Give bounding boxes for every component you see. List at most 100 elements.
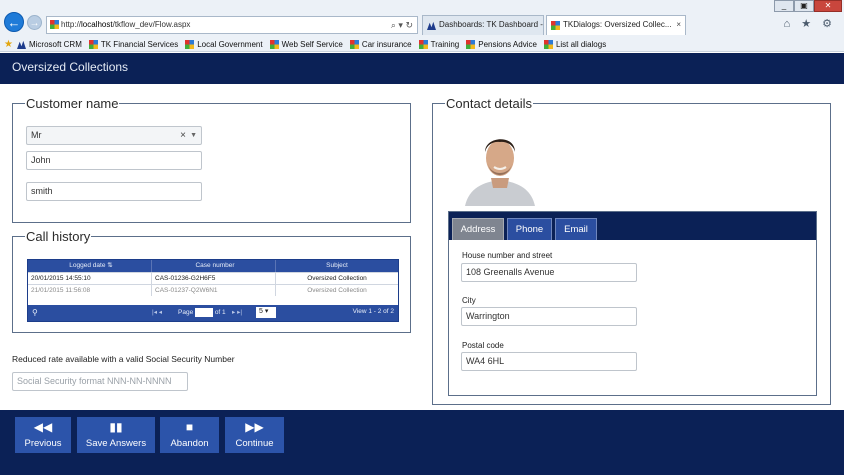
url-path: /tkflow_dev/Flow.aspx — [112, 20, 191, 29]
favorite-list-all-dialogs[interactable]: List all dialogs — [543, 39, 607, 49]
site-favicon-icon — [349, 39, 359, 49]
table-row[interactable]: 20/01/2015 14:55:10 CAS-01236-G2H6F5 Ove… — [28, 272, 398, 284]
cell-subject: Oversized Collection — [307, 287, 367, 294]
grid-header-row: Logged date ⇅ Case number Subject — [28, 260, 398, 272]
rows-per-page-select[interactable]: 5 ▾ — [256, 307, 276, 318]
url-host: localhost — [81, 20, 113, 29]
site-favicon-icon — [269, 39, 279, 49]
favorite-local-government[interactable]: Local Government — [185, 39, 263, 49]
grid-pager: ⚲ |◂ ◂ Page of 1 ▸ ▸| 5 ▾ View 1 - 2 of … — [28, 305, 398, 321]
tab-address[interactable]: Address — [452, 218, 504, 240]
pager-prev-controls[interactable]: |◂ ◂ — [152, 308, 162, 316]
action-footer: ◀◀ Previous ▮▮ Save Answers ■ Abandon ▶▶… — [0, 410, 844, 475]
page-number-input[interactable] — [195, 308, 213, 317]
browser-tab-tkdialogs[interactable]: TKDialogs: Oversized Collec... × — [546, 15, 686, 35]
title-select[interactable]: Mr × ▼ — [26, 126, 202, 145]
cell-subject: Oversized Collection — [307, 275, 367, 282]
favorites-star-icon[interactable]: ★ — [4, 39, 13, 50]
favorite-label: TK Financial Services — [100, 39, 179, 49]
browser-tab-label: Dashboards: TK Dashboard - ... — [439, 20, 544, 29]
previous-button-label: Previous — [24, 438, 62, 449]
cell-logged-date: 20/01/2015 14:55:10 — [28, 273, 152, 284]
url-prefix: http:// — [61, 20, 82, 29]
browser-tab-dashboards[interactable]: Dashboards: TK Dashboard - ... — [422, 15, 544, 35]
cell-case-number: CAS-01237-Q2W6N1 — [152, 285, 276, 296]
site-favicon-icon — [50, 20, 59, 29]
last-name-field[interactable]: smith — [26, 182, 202, 201]
forward-arrow-icon[interactable]: → — [27, 15, 42, 30]
ssn-input[interactable]: Social Security format NNN-NN-NNNN — [12, 372, 188, 391]
avatar — [461, 130, 539, 206]
call-history-legend: Call history — [26, 229, 91, 244]
minimize-button[interactable]: _ — [774, 0, 794, 12]
save-answers-button[interactable]: ▮▮ Save Answers — [77, 417, 155, 453]
favorite-training[interactable]: Training — [418, 39, 460, 49]
back-arrow-icon[interactable]: ← — [4, 12, 24, 32]
site-favicon-icon — [551, 21, 560, 30]
site-favicon-icon — [88, 39, 98, 49]
favorite-car-insurance[interactable]: Car insurance — [349, 39, 412, 49]
pause-icon: ▮▮ — [109, 420, 123, 434]
favorite-tk-financial[interactable]: TK Financial Services — [88, 39, 179, 49]
close-tab-icon[interactable]: × — [676, 16, 681, 34]
favorite-label: Web Self Service — [281, 39, 343, 49]
favorite-label: Microsoft CRM — [28, 39, 82, 49]
grid-empty-space — [28, 296, 398, 305]
contact-tab-strip: Address Phone Email — [449, 212, 816, 240]
maximize-button[interactable]: ▣ — [794, 0, 814, 12]
address-bar[interactable]: http://localhost/tkflow_dev/Flow.aspx ⌕ … — [46, 16, 418, 34]
previous-button[interactable]: ◀◀ Previous — [15, 417, 71, 453]
close-window-button[interactable]: ✕ — [814, 0, 842, 12]
tab-phone[interactable]: Phone — [507, 218, 552, 240]
page-title: Oversized Collections — [0, 53, 844, 84]
clear-icon[interactable]: × — [180, 127, 186, 144]
favorite-label: Car insurance — [361, 39, 412, 49]
fast-forward-icon: ▶▶ — [245, 420, 264, 434]
pager-next-controls[interactable]: ▸ ▸| — [232, 308, 242, 316]
dashboard-favicon-icon — [427, 21, 436, 30]
column-header-subject[interactable]: Subject — [276, 260, 398, 272]
favorite-label: Training — [430, 39, 460, 49]
favorites-bar: ★ Microsoft CRM TK Financial Services Lo… — [0, 36, 844, 52]
chevron-down-icon[interactable]: ▼ — [190, 127, 197, 144]
favorite-web-self-service[interactable]: Web Self Service — [269, 39, 343, 49]
column-header-logged-date[interactable]: Logged date ⇅ — [28, 260, 152, 272]
browser-chrome: ← → http://localhost/tkflow_dev/Flow.asp… — [0, 0, 844, 52]
favorite-label: List all dialogs — [555, 39, 607, 49]
continue-button-label: Continue — [235, 438, 274, 449]
house-street-label: House number and street — [462, 251, 553, 260]
city-field[interactable]: Warrington — [461, 307, 637, 326]
city-label: City — [462, 296, 476, 305]
stop-icon: ■ — [185, 420, 194, 434]
home-star-gear-icons[interactable]: ⌂ ★ ⚙ — [784, 17, 836, 30]
ssn-note: Reduced rate available with a valid Soci… — [12, 354, 235, 364]
column-header-case-number[interactable]: Case number — [152, 260, 276, 272]
site-favicon-icon — [418, 39, 428, 49]
continue-button[interactable]: ▶▶ Continue — [225, 417, 284, 453]
postal-code-field[interactable]: WA4 6HL — [461, 352, 637, 371]
pager-page-input-group: Page of 1 — [178, 308, 226, 317]
table-row[interactable]: 21/01/2015 11:56:08 CAS-01237-Q2W6N1 Ove… — [28, 284, 398, 296]
favorite-label: Local Government — [197, 39, 263, 49]
tab-email[interactable]: Email — [555, 218, 597, 240]
first-name-field[interactable]: John — [26, 151, 202, 170]
favorite-label: Pensions Advice — [478, 39, 537, 49]
customer-name-legend: Customer name — [26, 96, 119, 111]
browser-tab-label: TKDialogs: Oversized Collec... — [563, 20, 672, 29]
title-select-value: Mr — [31, 130, 42, 140]
pager-view-text: View 1 - 2 of 2 — [352, 308, 394, 315]
cell-case-number: CAS-01236-G2H6F5 — [152, 273, 276, 284]
rewind-icon: ◀◀ — [33, 420, 53, 434]
favorite-microsoft-crm[interactable]: Microsoft CRM — [16, 39, 82, 49]
save-answers-button-label: Save Answers — [85, 438, 147, 449]
postal-code-label: Postal code — [462, 341, 504, 350]
abandon-button[interactable]: ■ Abandon — [160, 417, 219, 453]
favorite-pensions-advice[interactable]: Pensions Advice — [466, 39, 537, 49]
site-favicon-icon — [466, 39, 476, 49]
house-street-field[interactable]: 108 Greenalls Avenue — [461, 263, 637, 282]
site-favicon-icon — [543, 39, 553, 49]
search-icon[interactable]: ⚲ — [32, 308, 38, 317]
call-history-grid: Logged date ⇅ Case number Subject 20/01/… — [27, 259, 399, 322]
cell-logged-date: 21/01/2015 11:56:08 — [28, 285, 152, 296]
address-tools-icons[interactable]: ⌕ ▾ ↻ — [391, 17, 413, 33]
